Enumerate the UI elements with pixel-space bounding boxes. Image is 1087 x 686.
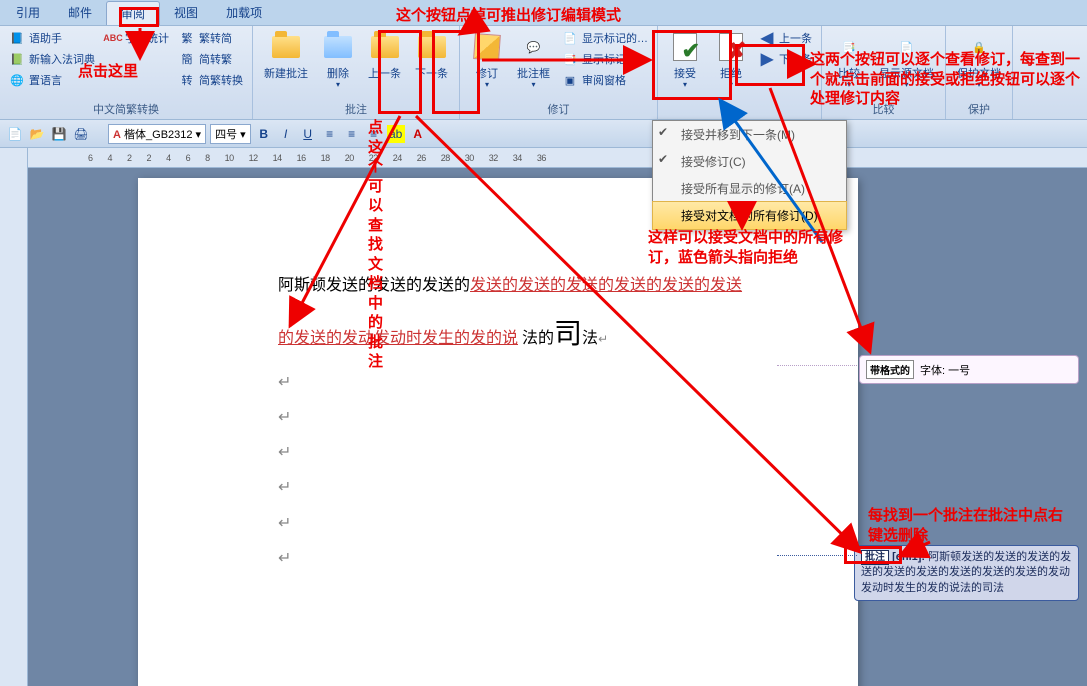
group-label-changes	[664, 116, 815, 119]
font-color-icon[interactable]: A	[409, 125, 427, 143]
qf-print-icon[interactable]: 🖨	[72, 125, 90, 143]
group-label-chinese: 中文简繁转换	[6, 100, 246, 119]
balloon-connector	[777, 365, 857, 366]
align-right-icon[interactable]: ≡	[365, 125, 383, 143]
para-mark: ↵	[278, 541, 818, 576]
italic-icon[interactable]: I	[277, 125, 295, 143]
tab-review[interactable]: 审阅	[106, 1, 160, 25]
trad-to-simp-button[interactable]: 繁繁转简	[176, 28, 246, 48]
accept-button[interactable]: ✔接受▾	[664, 28, 706, 92]
accept-move-next[interactable]: ✔接受并移到下一条(M)	[653, 121, 846, 148]
align-center-icon[interactable]: ≡	[343, 125, 361, 143]
tab-addins[interactable]: 加载项	[212, 1, 276, 24]
font-name-select[interactable]: A 楷体_GB2312 ▾	[108, 124, 206, 144]
next-comment-button[interactable]: 下一条	[410, 28, 453, 84]
accept-all-doc[interactable]: 接受对文档的所有修订(D)	[652, 201, 847, 230]
prev-comment-button[interactable]: 上一条	[363, 28, 406, 84]
bold-icon[interactable]: B	[255, 125, 273, 143]
doc-line-1[interactable]: 阿斯顿发送的发送的发送的发送的发送的发送的发送的发送的发送	[278, 268, 818, 303]
set-language-button[interactable]: 🌐置语言	[6, 70, 98, 90]
quick-format-bar: 📄 📂 💾 🖨 A 楷体_GB2312 ▾ 四号 ▾ B I U ≡ ≡ ≡ a…	[0, 120, 1087, 148]
research-button[interactable]: 📘语助手	[6, 28, 98, 48]
accept-all-shown[interactable]: 接受所有显示的修订(A)	[653, 175, 846, 202]
delete-comment-button[interactable]: 删除▾	[317, 28, 359, 92]
format-balloon[interactable]: 带格式的 字体: 一号	[859, 355, 1079, 384]
reject-button[interactable]: ✘拒绝▾	[710, 28, 752, 92]
align-left-icon[interactable]: ≡	[321, 125, 339, 143]
qf-open-icon[interactable]: 📂	[28, 125, 46, 143]
tab-mailings[interactable]: 邮件	[54, 1, 106, 24]
tab-view[interactable]: 视图	[160, 1, 212, 24]
tracked-insert[interactable]: 发送的发送的发送的发送的发送的发送	[470, 277, 742, 294]
group-label-comments: 批注	[259, 100, 453, 119]
next-change-button[interactable]: ▶下一条	[756, 49, 815, 69]
group-label-protect: 保护	[952, 100, 1006, 119]
group-label-compare: 比较	[828, 100, 939, 119]
ribbon: 📘语助手 📗新输入法词典 🌐置语言 ABC字数统计 繁繁转简 簡简转繁 转简繁转…	[0, 26, 1087, 120]
highlight-icon[interactable]: ab	[387, 125, 405, 143]
show-source-button[interactable]: 📄显示源文档▾	[874, 28, 939, 92]
accept-menu: ✔接受并移到下一条(M) ✔接受修订(C) 接受所有显示的修订(A) 接受对文档…	[652, 120, 847, 230]
protect-doc-button[interactable]: 🔒保护文档▾	[952, 28, 1006, 92]
chinese-convert-button[interactable]: 转简繁转换	[176, 70, 246, 90]
para-mark: ↵	[278, 400, 818, 435]
show-markup-button[interactable]: 📑显示标记	[559, 49, 651, 69]
new-comment-button[interactable]: 新建批注	[259, 28, 313, 84]
horizontal-ruler: 642 246 81012 141618 202224 262830 32343…	[28, 148, 1087, 168]
para-mark: ↵	[278, 470, 818, 505]
font-size-select[interactable]: 四号 ▾	[210, 124, 251, 144]
balloon-tag: 批注	[861, 550, 889, 565]
underline-icon[interactable]: U	[299, 125, 317, 143]
group-label-tracking: 修订	[466, 100, 651, 119]
qf-new-icon[interactable]: 📄	[6, 125, 24, 143]
balloon-tag: 带格式的	[866, 360, 914, 379]
balloon-text: 字体: 一号	[920, 362, 970, 378]
page[interactable]: 阿斯顿发送的发送的发送的发送的发送的发送的发送的发送的发送 的发送的发动发动时发…	[138, 178, 858, 686]
display-for-review[interactable]: 📄显示标记的…	[559, 28, 651, 48]
compare-button[interactable]: 📑比较▾	[828, 28, 870, 92]
ime-dict-button[interactable]: 📗新输入法词典	[6, 49, 98, 69]
document-area: 642 246 81012 141618 202224 262830 32343…	[28, 148, 1087, 686]
comment-balloon[interactable]: 批注 [chl1]: 阿斯顿发送的发送的发送的发送的发送的发送的发送的发送的发送…	[854, 545, 1079, 601]
balloons-button[interactable]: 💬批注框▾	[512, 28, 555, 92]
tab-references[interactable]: 引用	[2, 1, 54, 24]
para-mark: ↵	[278, 506, 818, 541]
reviewing-pane-button[interactable]: ▣审阅窗格	[559, 70, 651, 90]
vertical-ruler	[0, 148, 28, 686]
doc-line-2[interactable]: 的发送的发动发动时发生的发的说 法的司法↵	[278, 303, 818, 365]
accept-change[interactable]: ✔接受修订(C)	[653, 148, 846, 175]
simp-to-trad-button[interactable]: 簡简转繁	[176, 49, 246, 69]
prev-change-button[interactable]: ◀上一条	[756, 28, 815, 48]
word-count-button[interactable]: ABC字数统计	[102, 28, 172, 48]
para-mark: ↵	[278, 365, 818, 400]
para-mark: ↵	[278, 435, 818, 470]
balloon-connector	[777, 555, 857, 556]
track-changes-button[interactable]: 修订▾	[466, 28, 508, 92]
qf-save-icon[interactable]: 💾	[50, 125, 68, 143]
